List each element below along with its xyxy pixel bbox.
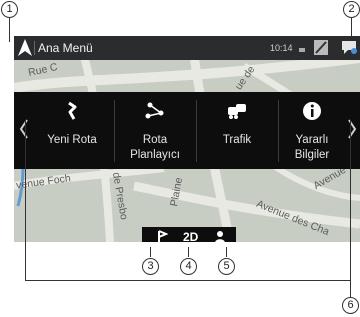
- leader-line-1: [9, 18, 10, 42]
- leader-line-6: [350, 281, 351, 297]
- chevron-right-icon[interactable]: [346, 114, 358, 144]
- clock: 10:14: [270, 43, 293, 53]
- main-menu-panel: Yeni Rota Rota Planlayıcı Trafik Yararlı…: [14, 92, 360, 169]
- top-bar: Ana Menü 10:14: [14, 36, 360, 60]
- menu-item-useful-info[interactable]: Yararlı Bilgiler: [279, 92, 345, 169]
- device-screen: Rue C ue de venue Foch de Presbo Plaine …: [14, 36, 360, 242]
- map-toolbar: 2D: [142, 227, 236, 242]
- info-icon: [303, 102, 321, 120]
- route-planner-icon: [145, 102, 164, 119]
- callout-3: 3: [142, 258, 159, 275]
- flag-route-icon[interactable]: [156, 230, 168, 242]
- callout-4: 4: [180, 258, 197, 275]
- gps-status-icon: [314, 40, 328, 55]
- new-route-icon: [68, 101, 77, 120]
- navigation-arrow-icon[interactable]: [18, 39, 32, 56]
- callout-2: 2: [343, 1, 360, 18]
- callout-5: 5: [218, 258, 235, 275]
- topbar-separator: [34, 41, 35, 55]
- view-mode-2d-button[interactable]: 2D: [183, 230, 198, 242]
- leader-bracket-bottom: [25, 280, 351, 281]
- menu-item-label: Rota Planlayıcı: [130, 134, 180, 161]
- callout-6: 6: [342, 297, 359, 314]
- message-icon[interactable]: [340, 39, 358, 55]
- traffic-icon: [228, 104, 246, 119]
- menu-item-traffic[interactable]: Trafik: [197, 92, 277, 169]
- leader-bracket-left: [25, 120, 26, 280]
- page-title: Ana Menü: [38, 41, 93, 55]
- menu-item-route-planner[interactable]: Rota Planlayıcı: [115, 92, 195, 169]
- battery-icon: [299, 48, 305, 52]
- leader-line-5: [226, 247, 227, 257]
- menu-item-label: Trafik: [222, 134, 252, 146]
- leader-line-3: [150, 247, 151, 257]
- callout-1: 1: [1, 1, 18, 18]
- menu-item-label: Yararlı Bilgiler: [294, 134, 330, 161]
- chevron-left-icon[interactable]: [18, 114, 30, 144]
- menu-item-new-route[interactable]: Yeni Rota: [32, 92, 112, 169]
- leader-line-4: [188, 247, 189, 257]
- leader-bracket-right: [350, 120, 351, 280]
- menu-item-label: Yeni Rota: [47, 134, 97, 146]
- person-icon[interactable]: [214, 230, 226, 242]
